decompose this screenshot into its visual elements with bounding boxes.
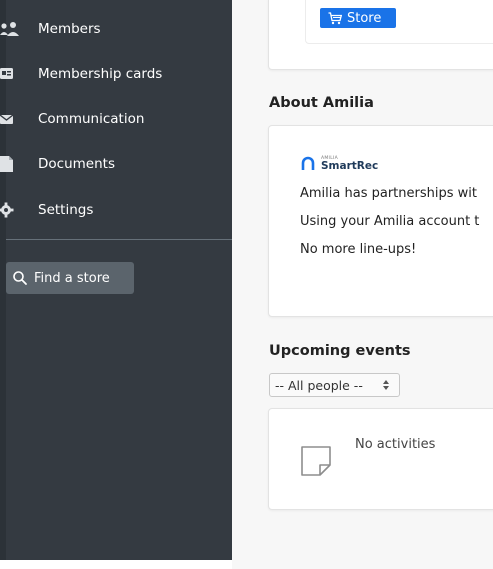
sidebar-item-label: Membership cards	[38, 66, 163, 82]
about-title: About Amilia	[269, 95, 374, 111]
no-activities-text: No activities	[355, 437, 436, 452]
store-button[interactable]: Store	[320, 8, 396, 28]
sidebar-item-members[interactable]: Members	[0, 14, 232, 44]
logo-text: SmartRec	[321, 160, 379, 172]
search-icon	[13, 271, 27, 285]
people-filter-value: -- All people --	[275, 377, 363, 393]
sidebar-item-documents[interactable]: Documents	[0, 149, 232, 179]
sidebar-item-label: Documents	[38, 156, 115, 172]
sidebar-item-label: Communication	[38, 111, 145, 127]
members-icon	[0, 22, 19, 36]
find-store-button[interactable]: Find a store	[6, 262, 134, 294]
sidebar-item-settings[interactable]: Settings	[0, 195, 232, 225]
smartrec-logo: AMILIA SmartRec	[300, 155, 378, 173]
about-paragraph: No more line-ups!	[300, 242, 417, 257]
store-button-label: Store	[347, 10, 382, 26]
sidebar-item-communication[interactable]: Communication	[0, 104, 232, 134]
sidebar-bottom-edge	[0, 560, 232, 569]
people-filter-select[interactable]: -- All people --	[269, 373, 400, 397]
cart-icon	[328, 11, 342, 24]
membership-card-icon	[0, 68, 13, 79]
events-title: Upcoming events	[269, 343, 411, 359]
sidebar-item-membership-cards[interactable]: Membership cards	[0, 59, 232, 89]
sidebar-divider	[6, 239, 232, 240]
find-store-label: Find a store	[34, 270, 110, 286]
amilia-logo-icon	[301, 156, 315, 170]
select-arrows-icon	[383, 380, 389, 390]
sidebar-item-label: Members	[38, 21, 101, 37]
about-paragraph: Using your Amilia account t	[300, 214, 480, 229]
document-icon	[0, 156, 13, 172]
sidebar-item-label: Settings	[38, 202, 94, 218]
envelope-icon	[0, 114, 14, 124]
gear-icon	[0, 202, 14, 218]
sidebar: Members Membership cards Communication D…	[0, 0, 232, 569]
sticky-note-icon	[301, 446, 331, 476]
about-paragraph: Amilia has partnerships wit	[300, 186, 477, 201]
